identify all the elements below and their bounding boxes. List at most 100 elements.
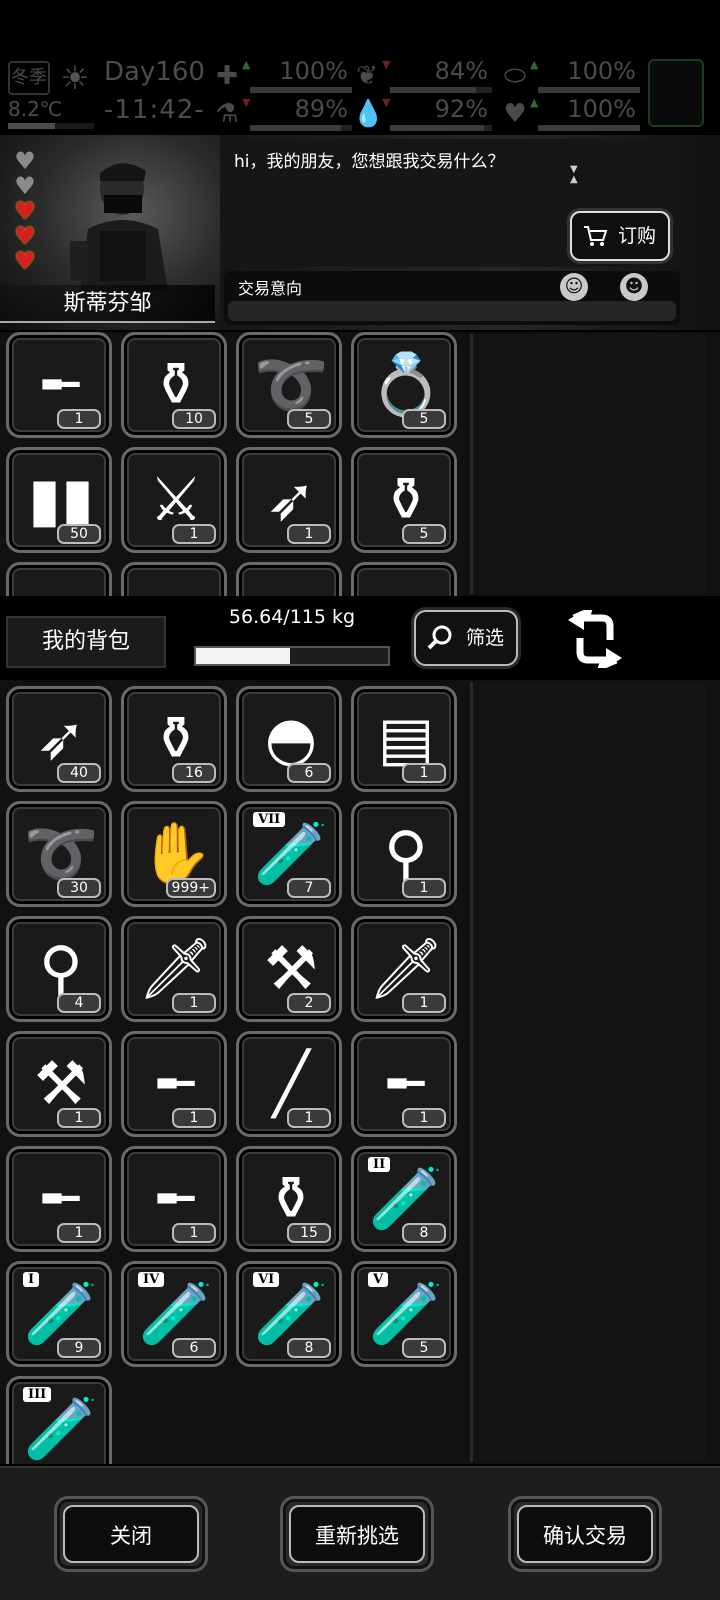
item-quantity: 4 <box>57 993 101 1013</box>
item-slot[interactable]: ⚱ 16 <box>121 686 227 792</box>
filter-button[interactable]: 筛选 <box>414 610 518 666</box>
close-button[interactable]: 关闭 <box>54 1496 208 1572</box>
heart-empty-icon: ♥ <box>14 147 36 175</box>
item-slot[interactable]: ➶ 1 <box>236 447 342 553</box>
item-slot[interactable]: 🧪 V 5 <box>351 1261 457 1367</box>
item-quantity: 9 <box>57 1338 101 1358</box>
stat-value: 92% <box>434 95 488 123</box>
trader-inventory[interactable]: ╾1⚱10➰5💍5 ▮▮50⚔1➶1⚱5 ● ▬ ▬ ▬ <box>0 332 720 596</box>
confirm-trade-button-label: 确认交易 <box>517 1505 653 1563</box>
heart-empty-icon: ♥ <box>14 172 36 200</box>
stat-bar <box>250 87 352 93</box>
item-slot[interactable]: ➶ 40 <box>6 686 112 792</box>
item-slot[interactable]: ➰ 30 <box>6 801 112 907</box>
item-slot[interactable]: ▬ <box>351 562 457 596</box>
item-quantity: 1 <box>172 1108 216 1128</box>
heart-full-icon: ♥ <box>14 197 36 225</box>
item-slot[interactable]: 🧪 IV 6 <box>121 1261 227 1367</box>
game-clock: -11:42- <box>104 95 205 125</box>
dialog-text: hi，我的朋友，您想跟我交易什么？ <box>234 152 505 172</box>
item-quantity: 8 <box>287 1338 331 1358</box>
confirm-trade-button[interactable]: 确认交易 <box>508 1496 662 1572</box>
reselect-button-label: 重新挑选 <box>289 1505 425 1563</box>
item-slot[interactable]: ⚲ 4 <box>6 916 112 1022</box>
item-slot[interactable]: ▤ 1 <box>351 686 457 792</box>
item-slot[interactable]: ⚲ 1 <box>351 801 457 907</box>
heart-full-icon: ♥ <box>14 222 36 250</box>
item-slot[interactable]: ⚒ 1 <box>6 1031 112 1137</box>
stat-bar <box>390 87 492 93</box>
item-slot[interactable]: ╾ 1 <box>6 1146 112 1252</box>
item-slot[interactable]: ⚱ 15 <box>236 1146 342 1252</box>
trend-up-icon: ▲ <box>530 96 539 109</box>
item-slot[interactable]: ⚱ 10 <box>121 332 227 438</box>
item-slot[interactable]: ▬ <box>236 562 342 596</box>
item-slot[interactable]: ⚔ 1 <box>121 447 227 553</box>
backpack-inventory[interactable]: ➶ 40 ⚱ 16 ◓ 6 ▤ 1 ➰ 30 ✋ 999+ 🧪 VII 7 ⚲ 1 ⚲ 4 🗡 1 ⚒ 2 🗡 1 ⚒ 1 ╾ 1 ╱ 1 ╾… <box>0 680 720 1464</box>
item-slot[interactable]: ▬ <box>121 562 227 596</box>
item-quantity: 1 <box>172 524 216 544</box>
item-slot[interactable]: ✋ 999+ <box>121 801 227 907</box>
player-offer-area[interactable] <box>470 682 706 1462</box>
item-slot[interactable]: ╱ 1 <box>236 1031 342 1137</box>
item-quantity: 999+ <box>165 878 216 898</box>
stat-bar <box>538 125 640 131</box>
item-slot[interactable]: ◓ 6 <box>236 686 342 792</box>
season-label: 冬季 <box>8 61 50 95</box>
stat-value: 89% <box>294 95 348 123</box>
item-slot[interactable]: ⚒ 2 <box>236 916 342 1022</box>
stat-health-kit: ✚ ▲ 100% <box>212 57 352 93</box>
bricks-icon: ▬ <box>366 575 446 596</box>
item-quantity: 2 <box>287 993 331 1013</box>
tier-tag: II <box>368 1157 391 1172</box>
item-quantity: 1 <box>402 1108 446 1128</box>
item-slot[interactable]: ╾ 1 <box>121 1146 227 1252</box>
stat-bar <box>390 125 492 131</box>
minimap-box[interactable] <box>648 59 704 127</box>
item-slot[interactable]: 🧪 VII 7 <box>236 801 342 907</box>
backpack-title: 我的背包 <box>6 616 166 668</box>
item-slot[interactable]: ➰ 5 <box>236 332 342 438</box>
item-slot[interactable]: 🧪 II 8 <box>351 1146 457 1252</box>
item-quantity: 1 <box>172 1223 216 1243</box>
item-slot[interactable]: ╾ 1 <box>121 1031 227 1137</box>
item-slot[interactable]: 🗡 1 <box>121 916 227 1022</box>
search-icon <box>427 625 452 650</box>
tier-tag: VII <box>253 812 286 827</box>
tape-icon: ▬ <box>251 575 331 596</box>
tier-tag: IV <box>138 1272 165 1287</box>
item-slot[interactable]: 💍 5 <box>351 332 457 438</box>
trade-intent-label: 交易意向 <box>238 279 303 298</box>
item-quantity: 1 <box>57 1223 101 1243</box>
order-button[interactable]: 订购 <box>570 211 670 261</box>
filter-button-label: 筛选 <box>465 627 504 649</box>
item-slot[interactable]: 🧪 I 9 <box>6 1261 112 1367</box>
item-quantity: 1 <box>287 524 331 544</box>
brain-icon: ⚗ <box>215 99 239 129</box>
stat-value: 100% <box>567 57 636 85</box>
item-slot[interactable]: 🗡 1 <box>351 916 457 1022</box>
item-quantity: 6 <box>287 763 331 783</box>
stat-sanity: ⚗ ▼ 89% <box>212 95 352 131</box>
trend-down-icon: ▼ <box>382 96 391 109</box>
reselect-button[interactable]: 重新挑选 <box>280 1496 434 1572</box>
item-slot[interactable]: ╾ 1 <box>6 332 112 438</box>
item-slot[interactable]: ╾ 1 <box>351 1031 457 1137</box>
item-quantity: 1 <box>402 878 446 898</box>
stat-heart: ♥ ▲ 100% <box>500 95 640 131</box>
trader-offer-area[interactable] <box>470 334 706 594</box>
happy-face-icon: ☻ <box>620 273 648 301</box>
water-drop-icon: 💧 <box>352 99 385 129</box>
stat-value: 84% <box>434 57 488 85</box>
item-slot[interactable]: ● <box>6 562 112 596</box>
item-slot[interactable]: ⚱ 5 <box>351 447 457 553</box>
item-quantity: 6 <box>172 1338 216 1358</box>
weight-label: 56.64/115 kg <box>228 606 356 628</box>
item-slot[interactable]: 🧪 VI 8 <box>236 1261 342 1367</box>
trend-up-icon: ▲ <box>530 58 539 71</box>
order-button-label: 订购 <box>617 225 656 247</box>
heart-icon: ♥ <box>503 99 527 129</box>
swap-icon[interactable] <box>566 610 624 668</box>
item-slot[interactable]: ▮▮ 50 <box>6 447 112 553</box>
item-slot[interactable]: 🧪 III <box>6 1376 112 1464</box>
